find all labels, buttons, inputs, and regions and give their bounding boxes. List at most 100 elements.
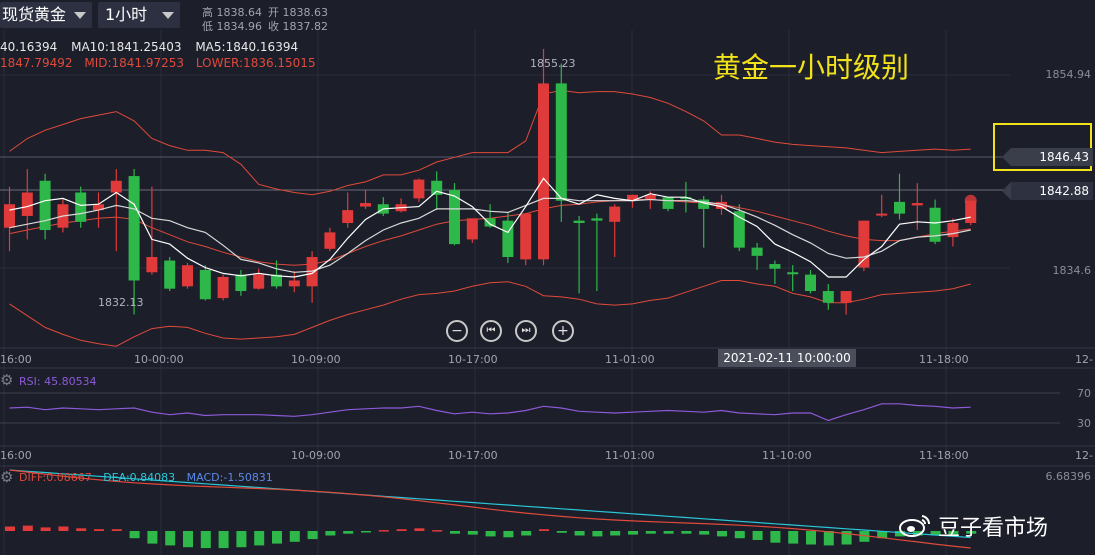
candle-body — [751, 247, 763, 256]
lower-value: LOWER:1836.15015 — [195, 56, 316, 70]
macd-bar — [467, 531, 478, 535]
time-label: 16:00 — [0, 449, 32, 462]
macd-bar — [806, 531, 816, 545]
macd-bar — [681, 531, 692, 534]
boll-legend: 1847.79492 MID:1841.97253 LOWER:1836.150… — [0, 56, 324, 70]
macd-bar — [361, 531, 371, 533]
ma-legend: 40.16394 MA10:1841.25403 MA5:1840.16394 — [0, 40, 308, 54]
candle-body — [822, 291, 834, 303]
time-label: 11-01:00 — [605, 449, 655, 462]
gear-icon[interactable]: ⚙ — [0, 372, 16, 388]
close-value: 收 1837.82 — [268, 20, 328, 33]
symbol-label: 现货黄金 — [2, 5, 67, 24]
candle-body — [21, 192, 33, 216]
prev-button[interactable]: ⏮ — [480, 320, 502, 342]
macd-bar — [556, 531, 567, 533]
candle-body — [662, 197, 674, 209]
time-label: 10-17:00 — [448, 449, 498, 462]
price-axis-bottom: 1834.6 — [1052, 264, 1092, 277]
macd-bar — [485, 531, 496, 537]
macd-bar — [272, 531, 282, 544]
macd-bar — [734, 531, 745, 539]
gear-icon[interactable]: ⚙ — [0, 469, 16, 485]
macd-bar — [129, 531, 140, 539]
macd-legend: DIFF:0.08667 DEA:0.84083 MACD:-1.50831 — [19, 471, 281, 484]
next-button[interactable]: ⏭ — [515, 320, 537, 342]
macd-bar — [752, 531, 763, 540]
macd-bar — [22, 525, 33, 531]
macd-bar — [699, 531, 710, 535]
macd-bar — [503, 531, 514, 538]
macd-bar — [823, 531, 834, 546]
macd-bar — [325, 531, 336, 536]
candle-body — [253, 274, 265, 289]
macd-bar — [147, 531, 158, 544]
candle-body — [324, 232, 336, 249]
low-marker: 1832.13 — [98, 296, 144, 309]
candle-body — [787, 272, 799, 275]
candle-body — [288, 280, 300, 287]
timeframe-label: 1小时 — [105, 5, 148, 24]
macd-bar — [450, 531, 460, 534]
candle-body — [876, 213, 888, 216]
candle-body — [609, 206, 621, 222]
macd-bar — [521, 531, 532, 536]
mid-value: MID:1841.97253 — [84, 56, 185, 70]
macd-bar — [236, 531, 247, 548]
candle-body — [235, 274, 247, 292]
macd-bar — [58, 526, 69, 531]
macd-bar — [254, 531, 265, 546]
low-value: 低 1834.96 — [202, 20, 262, 33]
last-price-dot — [964, 194, 977, 207]
time-label: 10-00:00 — [134, 353, 184, 366]
price-tag-current: 1842.88 — [1002, 182, 1093, 200]
candle-body — [805, 274, 816, 292]
macd-bar — [378, 530, 389, 532]
candle-body — [110, 180, 122, 193]
time-label: 16:00 — [0, 353, 32, 366]
macd-bar — [183, 531, 193, 548]
macd-bar — [770, 531, 781, 543]
chevron-down-icon — [162, 12, 174, 19]
crosshair-time: 2021-02-11 10:00:00 — [718, 349, 856, 367]
macd-bar — [76, 528, 87, 531]
macd-bar — [5, 526, 15, 531]
toolbar: 现货黄金 1小时 高 1838.64 低 1834.96 开 1838.63 收… — [0, 0, 340, 33]
time-label: 12- — [1075, 353, 1093, 366]
dea-value: DEA:0.84083 — [103, 471, 176, 484]
zoom-in-button[interactable]: + — [552, 320, 574, 342]
macd-bar — [628, 531, 638, 535]
candle-body — [164, 260, 176, 289]
upper-value: 1847.79492 — [0, 56, 73, 70]
macd-bar — [717, 531, 727, 537]
candle-body — [466, 218, 478, 240]
macd-value: MACD:-1.50831 — [186, 471, 273, 484]
candle-body — [342, 210, 354, 223]
candle-body — [484, 218, 496, 227]
candle-body — [555, 83, 567, 201]
macd-bar — [788, 531, 799, 544]
chart-annotation: 黄金一小时级别 — [713, 51, 910, 84]
candle-body — [39, 180, 51, 231]
zoom-out-button[interactable]: − — [446, 320, 468, 342]
macd-bar — [432, 530, 443, 532]
candle-body — [199, 269, 211, 300]
rsi-level-30: 30 — [1077, 417, 1091, 430]
rsi-label: RSI: 45.80534 — [19, 375, 97, 388]
diff-value: DIFF:0.08667 — [19, 471, 92, 484]
macd-bar — [592, 531, 603, 537]
macd-bar — [200, 531, 211, 549]
weibo-logo-icon — [899, 515, 931, 537]
symbol-select[interactable]: 现货黄金 — [0, 2, 92, 28]
high-marker: 1855.23 — [530, 57, 576, 70]
time-label: 12- — [1075, 449, 1093, 462]
rsi-level-70: 70 — [1077, 387, 1091, 400]
candle-body — [146, 257, 158, 273]
candle-body — [591, 218, 603, 221]
candle-body — [4, 204, 15, 228]
candle-body — [217, 276, 229, 299]
chevron-down-icon — [74, 12, 86, 19]
timeframe-select[interactable]: 1小时 — [98, 2, 180, 28]
candle-body — [894, 201, 905, 214]
macd-bar — [663, 531, 674, 534]
